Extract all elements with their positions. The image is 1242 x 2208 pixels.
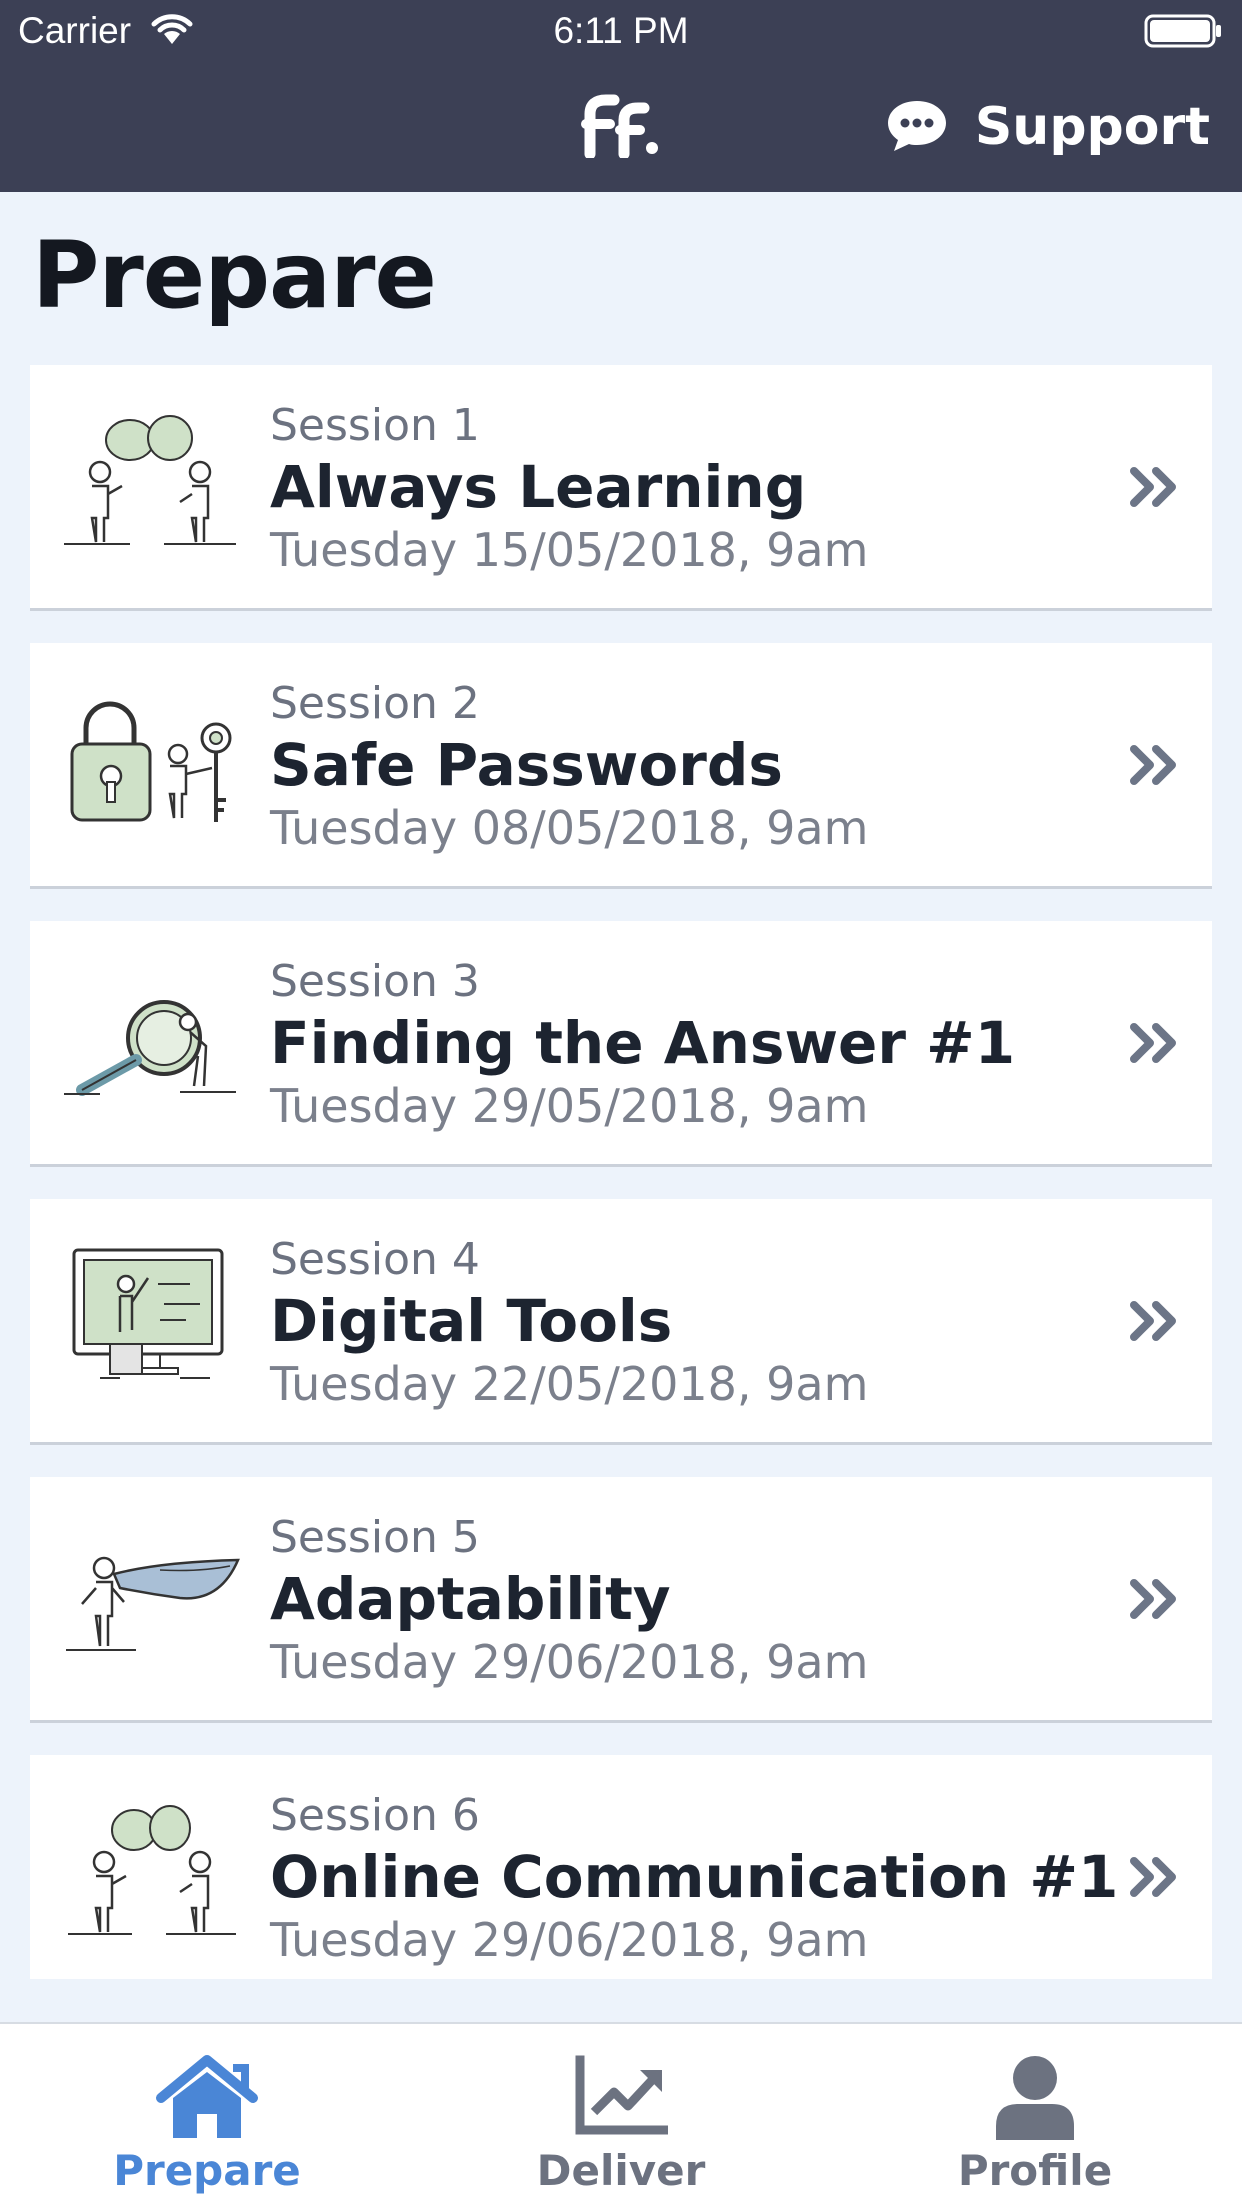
padlock-and-key-illustration	[60, 688, 240, 838]
tab-deliver[interactable]: Deliver	[414, 2024, 828, 2208]
session-date: Tuesday 22/05/2018, 9am	[270, 1357, 869, 1411]
two-people-talking-illustration	[60, 1800, 240, 1950]
session-title: Online Communication #1	[270, 1843, 1119, 1911]
support-label: Support	[974, 97, 1210, 157]
clock: 6:11 PM	[553, 10, 689, 51]
nav-bar: Support	[0, 62, 1242, 192]
status-bar: Carrier 6:11 PM	[0, 0, 1242, 62]
session-date: Tuesday 29/06/2018, 9am	[270, 1635, 869, 1689]
session-title: Safe Passwords	[270, 731, 783, 799]
session-card[interactable]: Session 2 Safe Passwords Tuesday 08/05/2…	[30, 643, 1212, 889]
tab-bar: Prepare Deliver Profile	[0, 2022, 1242, 2208]
double-chevron-right-icon	[1128, 1299, 1182, 1347]
home-icon	[155, 2054, 259, 2144]
session-date: Tuesday 15/05/2018, 9am	[270, 523, 869, 577]
double-chevron-right-icon	[1128, 1021, 1182, 1069]
session-card[interactable]: Session 5 Adaptability Tuesday 29/06/201…	[30, 1477, 1212, 1723]
session-card[interactable]: Session 1 Always Learning Tuesday 15/05/…	[30, 365, 1212, 611]
magnifying-glass-illustration	[60, 966, 240, 1116]
session-title: Finding the Answer #1	[270, 1009, 1016, 1077]
tab-label: Prepare	[113, 2146, 301, 2195]
support-button[interactable]: Support	[885, 92, 1210, 162]
session-date: Tuesday 29/05/2018, 9am	[270, 1079, 869, 1133]
app-logo	[580, 92, 662, 162]
session-card[interactable]: Session 4 Digital Tools Tuesday 22/05/20…	[30, 1199, 1212, 1445]
session-date: Tuesday 29/06/2018, 9am	[270, 1913, 869, 1967]
double-chevron-right-icon	[1128, 743, 1182, 791]
two-people-talking-illustration	[60, 410, 240, 560]
double-chevron-right-icon	[1128, 465, 1182, 513]
session-number: Session 3	[270, 956, 480, 1007]
session-card[interactable]: Session 3 Finding the Answer #1 Tuesday …	[30, 921, 1212, 1167]
session-card[interactable]: Session 6 Online Communication #1 Tuesda…	[30, 1755, 1212, 1979]
session-number: Session 1	[270, 400, 480, 451]
session-list: Session 1 Always Learning Tuesday 15/05/…	[30, 365, 1212, 1979]
session-number: Session 6	[270, 1790, 480, 1841]
chat-bubble-icon	[885, 97, 949, 157]
double-chevron-right-icon	[1128, 1855, 1182, 1903]
chart-icon	[574, 2054, 669, 2144]
session-number: Session 4	[270, 1234, 480, 1285]
session-title: Always Learning	[270, 453, 807, 521]
tab-label: Deliver	[536, 2146, 706, 2195]
tab-profile[interactable]: Profile	[828, 2024, 1242, 2208]
computer-screen-illustration	[60, 1244, 240, 1394]
session-date: Tuesday 08/05/2018, 9am	[270, 801, 869, 855]
person-icon	[992, 2054, 1078, 2144]
session-number: Session 5	[270, 1512, 480, 1563]
session-title: Digital Tools	[270, 1287, 673, 1355]
session-title: Adaptability	[270, 1565, 671, 1633]
tab-prepare[interactable]: Prepare	[0, 2024, 414, 2208]
battery-icon	[1144, 14, 1224, 53]
person-with-cape-illustration	[60, 1522, 240, 1672]
tab-label: Profile	[957, 2146, 1113, 2195]
page-title: Prepare	[32, 222, 437, 329]
double-chevron-right-icon	[1128, 1577, 1182, 1625]
session-number: Session 2	[270, 678, 480, 729]
